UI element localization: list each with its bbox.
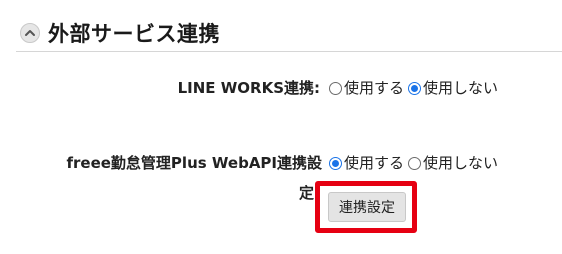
section-divider xyxy=(16,51,562,52)
line-works-radio-group: 使用する 使用しない xyxy=(329,76,498,100)
line-works-use-option[interactable]: 使用する xyxy=(329,76,404,100)
line-works-label: LINE WORKS連携: xyxy=(177,79,320,97)
freee-webapi-radio-group: 使用する 使用しない xyxy=(329,151,498,175)
freee-webapi-label-line1: freee勤怠管理Plus WebAPI連携設 xyxy=(66,154,322,172)
line-works-nouse-option[interactable]: 使用しない xyxy=(408,76,498,100)
freee-webapi-label-line2: 定: xyxy=(299,184,320,202)
line-works-use-label: 使用する xyxy=(344,79,405,97)
freee-webapi-nouse-option[interactable]: 使用しない xyxy=(408,151,498,175)
section-title: 外部サービス連携 xyxy=(48,22,220,46)
link-settings-button[interactable]: 連携設定 xyxy=(328,192,406,222)
line-works-nouse-radio[interactable] xyxy=(408,81,422,95)
freee-webapi-nouse-label: 使用しない xyxy=(423,154,499,172)
chevron-up-icon[interactable] xyxy=(20,23,40,43)
line-works-use-radio[interactable] xyxy=(329,81,342,95)
section-header: 外部サービス連携 xyxy=(20,14,562,52)
freee-webapi-nouse-radio[interactable] xyxy=(408,156,422,170)
freee-webapi-use-radio[interactable] xyxy=(329,156,342,170)
line-works-nouse-label: 使用しない xyxy=(423,79,499,97)
freee-webapi-use-option[interactable]: 使用する xyxy=(329,151,404,175)
chevron-up-glyph xyxy=(25,30,35,36)
freee-webapi-use-label: 使用する xyxy=(344,154,405,172)
